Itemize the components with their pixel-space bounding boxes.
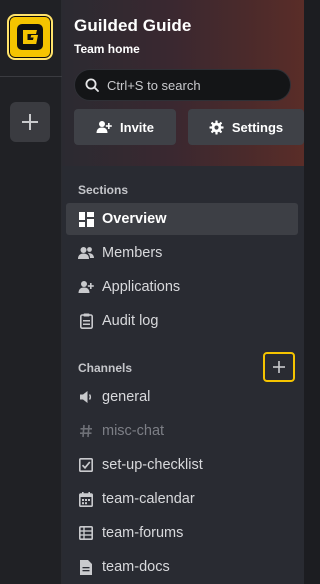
server-rail [0, 0, 62, 584]
nav-item-applications[interactable]: Applications [66, 271, 298, 303]
guilded-logo-icon[interactable] [7, 14, 53, 60]
add-user-icon [96, 120, 112, 134]
rail-divider [0, 76, 62, 77]
nav-item-label: Members [102, 245, 163, 261]
search-placeholder: Ctrl+S to search [107, 77, 201, 93]
forums-icon [78, 525, 94, 541]
channel-label: general [102, 389, 151, 405]
team-name[interactable]: Guilded Guide [74, 16, 191, 36]
channel-team-docs[interactable]: team-docs [66, 551, 298, 583]
channel-misc-chat[interactable]: misc-chat [66, 415, 298, 447]
add-server-button[interactable] [10, 102, 50, 142]
speaker-icon [78, 389, 94, 405]
nav-item-label: Overview [102, 211, 167, 227]
channel-team-forums[interactable]: team-forums [66, 517, 298, 549]
sections-header: Sections [78, 183, 129, 197]
team-panel: Guilded Guide Team home Ctrl+S to search… [62, 0, 304, 584]
gear-icon [209, 119, 224, 135]
plus-icon [273, 361, 285, 373]
applications-icon [78, 279, 94, 295]
audit-log-icon [78, 313, 94, 329]
invite-button[interactable]: Invite [74, 109, 176, 145]
checklist-icon [78, 457, 94, 473]
overview-grid-icon [78, 211, 94, 227]
nav-item-label: Audit log [102, 313, 159, 329]
calendar-icon [78, 491, 94, 507]
channel-label: team-docs [102, 559, 170, 575]
channel-set-up-checklist[interactable]: set-up-checklist [66, 449, 298, 481]
settings-button[interactable]: Settings [188, 109, 304, 145]
channel-label: team-forums [102, 525, 184, 541]
team-banner: Guilded Guide Team home Ctrl+S to search… [62, 0, 304, 166]
channels-header: Channels [78, 361, 133, 375]
plus-icon [22, 114, 38, 130]
search-input[interactable]: Ctrl+S to search [74, 69, 291, 101]
nav-item-label: Applications [102, 279, 181, 295]
channel-general[interactable]: general [66, 381, 298, 413]
channel-label: team-calendar [102, 491, 195, 507]
hash-icon [78, 423, 94, 439]
invite-label: Invite [120, 119, 154, 135]
nav-item-overview[interactable]: Overview [66, 203, 298, 235]
docs-icon [78, 559, 94, 575]
add-channel-button[interactable] [263, 352, 295, 382]
search-icon [85, 78, 99, 92]
nav-item-audit-log[interactable]: Audit log [66, 305, 298, 337]
channel-label: set-up-checklist [102, 457, 203, 473]
members-icon [78, 245, 94, 261]
team-subtitle[interactable]: Team home [74, 42, 140, 56]
channel-label: misc-chat [102, 423, 165, 439]
nav-item-members[interactable]: Members [66, 237, 298, 269]
settings-label: Settings [231, 119, 284, 135]
channel-team-calendar[interactable]: team-calendar [66, 483, 298, 515]
